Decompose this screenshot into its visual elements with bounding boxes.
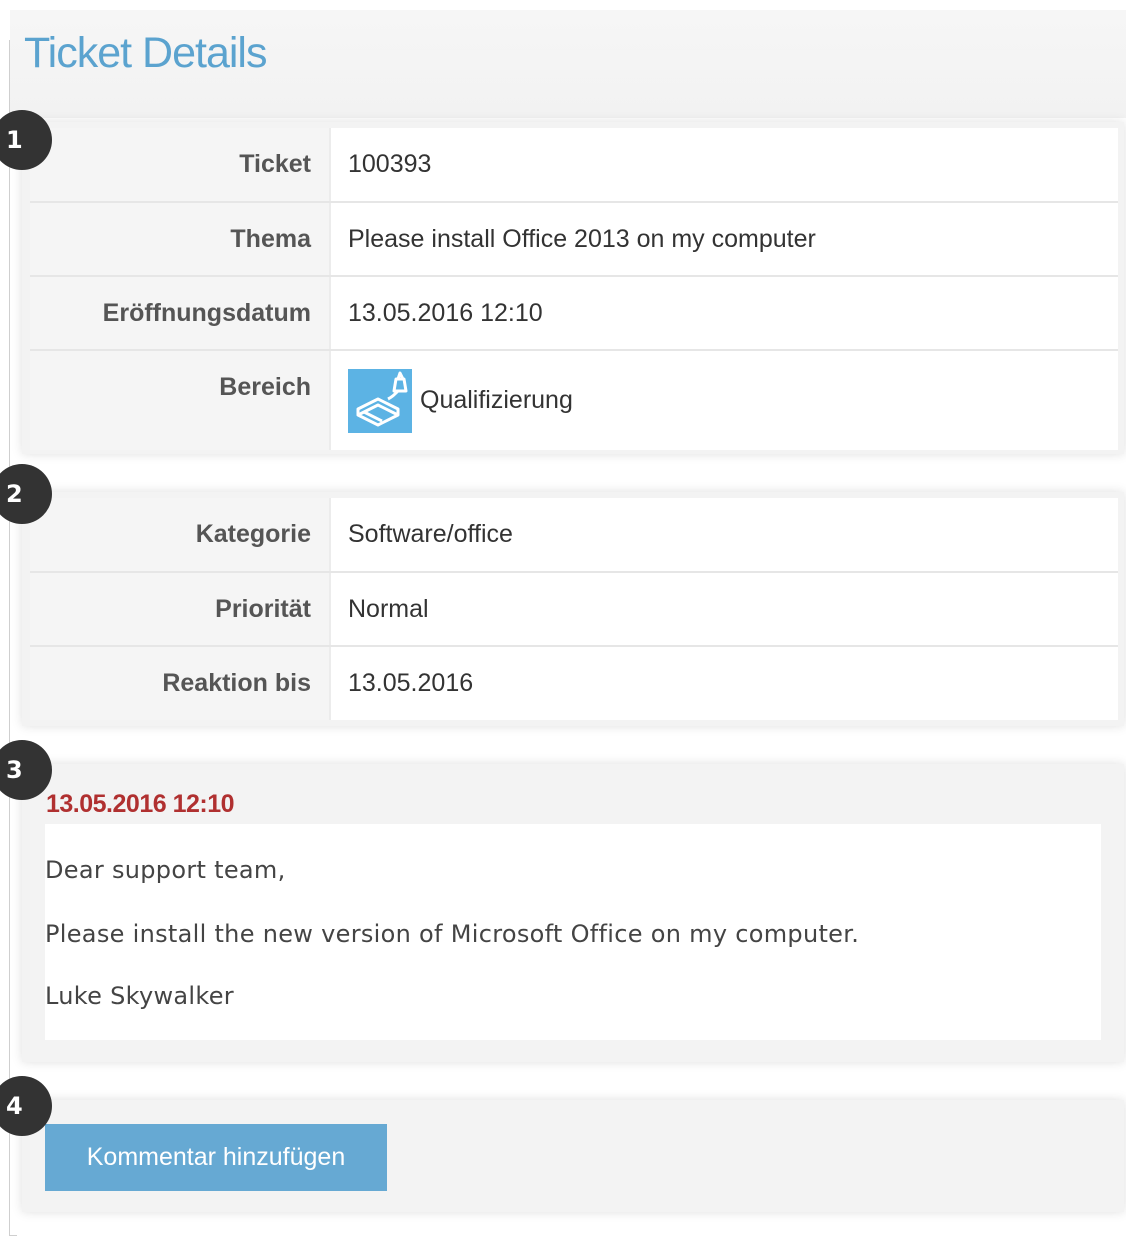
- ticket-label: Ticket: [30, 128, 331, 203]
- message-line: Dear support team,: [45, 856, 286, 884]
- kategorie-label: Kategorie: [30, 498, 331, 573]
- message-panel: 13.05.2016 12:10 Dear support team, Plea…: [22, 764, 1124, 1062]
- add-comment-button[interactable]: Kommentar hinzufügen: [45, 1124, 387, 1191]
- message-line: Please install the new version of Micros…: [45, 920, 860, 948]
- prioritaet-label: Priorität: [30, 572, 331, 647]
- table-row: Priorität Normal: [30, 572, 1118, 647]
- ticket-info-panel: Ticket 100393 Thema Please install Offic…: [22, 122, 1124, 454]
- bereich-value: Qualifizierung: [348, 368, 1118, 433]
- ticket-info-table: Ticket 100393 Thema Please install Offic…: [30, 128, 1118, 450]
- table-row: Reaktion bis 13.05.2016: [30, 646, 1118, 720]
- message-date: 13.05.2016 12:10: [46, 790, 235, 818]
- left-border: [9, 40, 10, 1236]
- classification-table: Kategorie Software/office Priorität Norm…: [30, 498, 1118, 720]
- table-row: Ticket 100393: [30, 128, 1118, 203]
- page-title: Ticket Details: [24, 29, 267, 77]
- opening-date-value: 13.05.2016 12:10: [330, 276, 1118, 351]
- table-row: Eröffnungsdatum 13.05.2016 12:10: [30, 276, 1118, 351]
- table-row: Bereich Qualifizierung: [30, 350, 1118, 450]
- table-row: Kategorie Software/office: [30, 498, 1118, 573]
- prioritaet-value: Normal: [330, 572, 1118, 647]
- actions-panel: Kommentar hinzufügen: [22, 1100, 1124, 1212]
- document-stack-icon: [348, 368, 412, 433]
- message-body: Dear support team, Please install the ne…: [45, 824, 1101, 1040]
- thema-value: Please install Office 2013 on my compute…: [330, 202, 1118, 277]
- message-line: Luke Skywalker: [45, 982, 234, 1010]
- table-row: Thema Please install Office 2013 on my c…: [30, 202, 1118, 277]
- ticket-value: 100393: [330, 128, 1118, 203]
- reaktion-value: 13.05.2016: [330, 646, 1118, 720]
- opening-date-label: Eröffnungsdatum: [30, 276, 331, 351]
- thema-label: Thema: [30, 202, 331, 277]
- bottom-border: [9, 1235, 17, 1236]
- kategorie-value: Software/office: [330, 498, 1118, 573]
- bereich-text: Qualifizierung: [420, 386, 573, 414]
- ticket-details-page: Ticket Details Ticket 100393 Thema Pleas…: [0, 0, 1126, 1243]
- classification-panel: Kategorie Software/office Priorität Norm…: [22, 492, 1124, 726]
- reaktion-label: Reaktion bis: [30, 646, 331, 720]
- bereich-label: Bereich: [30, 350, 331, 450]
- bereich-value-cell: Qualifizierung: [330, 350, 1118, 450]
